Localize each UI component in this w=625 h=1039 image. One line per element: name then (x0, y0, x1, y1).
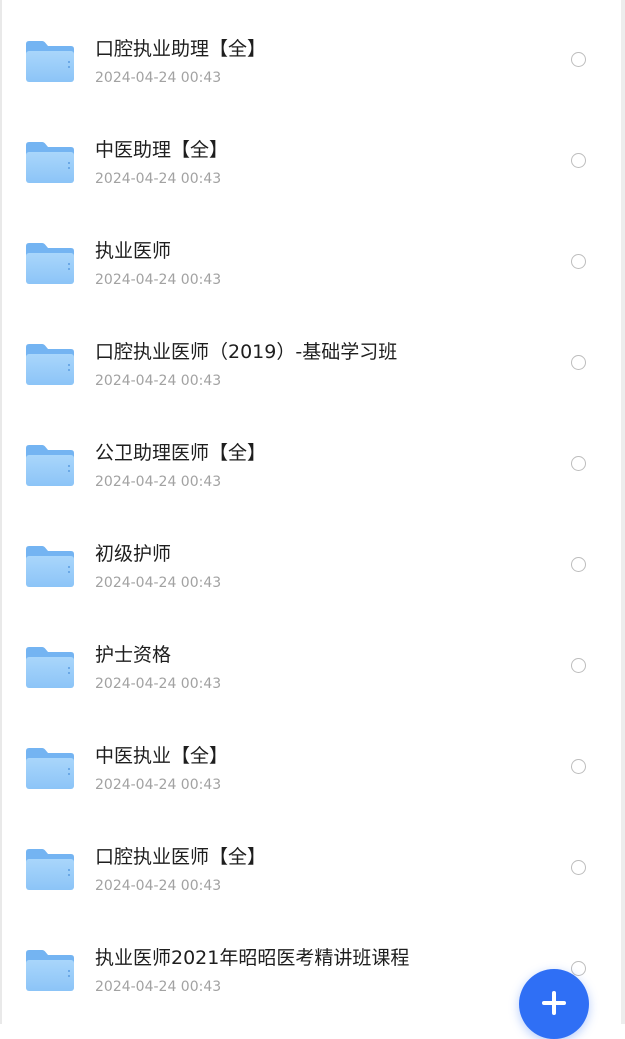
file-name: 护士资格 (95, 644, 172, 666)
file-name: 初级护师 (95, 543, 172, 565)
select-radio[interactable] (571, 254, 586, 269)
folder-icon (24, 947, 76, 993)
right-edge-scroll-track (621, 0, 625, 1024)
file-row[interactable]: 执业医师 2024-04-24 00:43 (0, 212, 621, 313)
file-date: 2024-04-24 00:43 (95, 878, 222, 894)
folder-icon (24, 38, 76, 84)
file-name: 中医助理【全】 (95, 139, 229, 161)
file-date: 2024-04-24 00:43 (95, 979, 222, 995)
file-name: 公卫助理医师【全】 (95, 442, 267, 464)
folder-icon (24, 240, 76, 286)
file-name: 执业医师 (95, 240, 172, 262)
file-row[interactable]: 口腔执业助理【全】 2024-04-24 00:43 (0, 10, 621, 111)
file-date: 2024-04-24 00:43 (95, 676, 222, 692)
folder-icon (24, 139, 76, 185)
file-name: 口腔执业助理【全】 (95, 38, 267, 60)
file-row[interactable]: 中医助理【全】 2024-04-24 00:43 (0, 111, 621, 212)
file-date: 2024-04-24 00:43 (95, 70, 222, 86)
file-row[interactable]: 中医执业【全】 2024-04-24 00:43 (0, 717, 621, 818)
file-row[interactable]: 护士资格 2024-04-24 00:43 (0, 616, 621, 717)
select-radio[interactable] (571, 557, 586, 572)
file-date: 2024-04-24 00:43 (95, 171, 222, 187)
folder-icon (24, 543, 76, 589)
folder-icon (24, 644, 76, 690)
file-date: 2024-04-24 00:43 (95, 575, 222, 591)
select-radio[interactable] (571, 759, 586, 774)
file-name: 口腔执业医师（2019）-基础学习班 (95, 341, 398, 363)
folder-icon (24, 745, 76, 791)
file-list: 口腔执业助理【全】 2024-04-24 00:43 中医助理【全】 2024-… (0, 10, 621, 1020)
file-name: 执业医师2021年昭昭医考精讲班课程 (95, 947, 410, 969)
file-name: 中医执业【全】 (95, 745, 229, 767)
plus-icon (542, 991, 566, 1015)
file-date: 2024-04-24 00:43 (95, 373, 222, 389)
file-row[interactable]: 公卫助理医师【全】 2024-04-24 00:43 (0, 414, 621, 515)
select-radio[interactable] (571, 961, 586, 976)
file-date: 2024-04-24 00:43 (95, 272, 222, 288)
file-row[interactable]: 口腔执业医师【全】 2024-04-24 00:43 (0, 818, 621, 919)
select-radio[interactable] (571, 52, 586, 67)
folder-icon (24, 442, 76, 488)
folder-icon (24, 341, 76, 387)
select-radio[interactable] (571, 456, 586, 471)
file-row[interactable]: 口腔执业医师（2019）-基础学习班 2024-04-24 00:43 (0, 313, 621, 414)
file-date: 2024-04-24 00:43 (95, 777, 222, 793)
file-name: 口腔执业医师【全】 (95, 846, 267, 868)
select-radio[interactable] (571, 860, 586, 875)
folder-icon (24, 846, 76, 892)
select-radio[interactable] (571, 355, 586, 370)
file-date: 2024-04-24 00:43 (95, 474, 222, 490)
add-button[interactable] (519, 969, 589, 1039)
select-radio[interactable] (571, 153, 586, 168)
file-row[interactable]: 初级护师 2024-04-24 00:43 (0, 515, 621, 616)
select-radio[interactable] (571, 658, 586, 673)
